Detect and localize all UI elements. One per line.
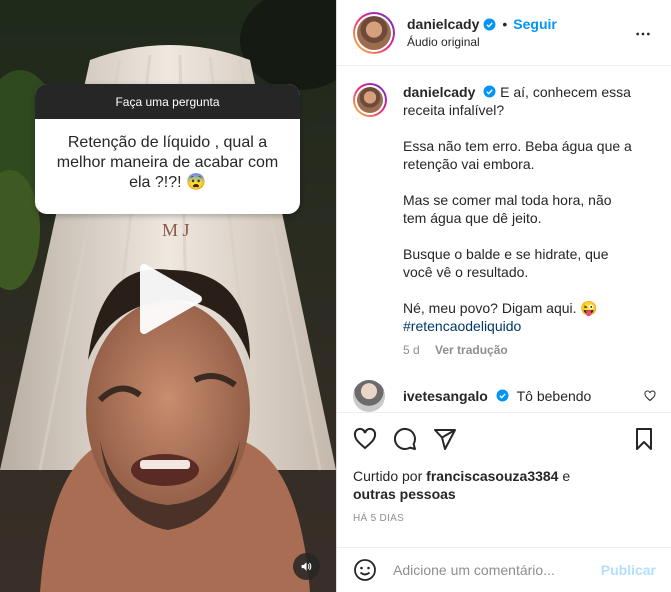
comment-item: ivetesangalo Tô bebendo [353, 380, 656, 412]
likes-joiner: e [562, 468, 571, 484]
verified-icon [496, 389, 509, 402]
hashtag-link[interactable]: #retencaodeliquido [403, 318, 521, 334]
post-actions: Curtido por franciscasouza3384 e outras … [337, 412, 671, 547]
caption-age[interactable]: 5 d [403, 343, 420, 357]
comment-input[interactable] [393, 562, 601, 578]
play-icon[interactable] [132, 262, 206, 336]
author-avatar[interactable] [353, 11, 395, 54]
add-comment-bar: Publicar [337, 547, 671, 592]
svg-text:M J: M J [162, 220, 190, 240]
post-timestamp[interactable]: HÁ 5 DIAS [353, 513, 656, 524]
commenter-username[interactable]: ivetesangalo [403, 388, 488, 404]
audio-icon [301, 562, 312, 571]
question-header: Faça uma pergunta [35, 84, 300, 119]
audio-subtitle[interactable]: Áudio original [407, 35, 557, 49]
emoji-icon[interactable] [353, 558, 377, 582]
heart-icon[interactable] [353, 427, 377, 451]
question-sticker: Faça uma pergunta Retenção de líquido , … [35, 84, 300, 214]
commenter-avatar[interactable] [353, 380, 385, 412]
share-icon[interactable] [433, 427, 457, 451]
question-text: Retenção de líquido , qual a melhor mane… [56, 134, 279, 191]
caption-username[interactable]: danielcady [403, 84, 475, 100]
post-side-panel: danielcady • Seguir Áudio original danie… [336, 0, 671, 592]
heart-icon[interactable] [644, 390, 656, 402]
comment-icon[interactable] [393, 427, 417, 451]
caption-para2: Essa não tem erro. Beba água que a reten… [403, 138, 632, 172]
separator-dot: • [502, 16, 508, 32]
video-media[interactable]: M J Faça uma pergunta Retenção de líquid… [0, 0, 336, 592]
follow-button[interactable]: Seguir [513, 16, 557, 32]
author-username[interactable]: danielcady [407, 16, 479, 32]
comment-text: Tô bebendo [516, 388, 592, 404]
more-icon[interactable] [635, 26, 651, 42]
caption-para5: Né, meu povo? Digam aqui. 😜 [403, 300, 598, 316]
liked-by-user[interactable]: franciscasouza3384 [426, 468, 558, 484]
caption: danielcady E aí, conhecem essa receita i… [353, 83, 656, 359]
caption-para4: Busque o balde e se hidrate, que você vê… [403, 246, 609, 280]
publish-button[interactable]: Publicar [601, 562, 656, 578]
likes-summary: Curtido por franciscasouza3384 e outras … [353, 467, 656, 503]
verified-icon [483, 85, 496, 98]
bookmark-icon[interactable] [632, 427, 656, 451]
post-modal: M J Faça uma pergunta Retenção de líquid… [0, 0, 671, 592]
comments-section[interactable]: danielcady E aí, conhecem essa receita i… [337, 67, 671, 412]
translate-button[interactable]: Ver tradução [435, 343, 508, 357]
audio-button[interactable] [293, 553, 320, 580]
verified-icon [483, 18, 496, 30]
post-header: danielcady • Seguir Áudio original [337, 0, 671, 66]
likes-prefix: Curtido por [353, 468, 423, 484]
caption-avatar[interactable] [353, 83, 387, 117]
likes-others-link[interactable]: outras pessoas [353, 486, 456, 502]
caption-para3: Mas se comer mal toda hora, não tem água… [403, 192, 612, 226]
